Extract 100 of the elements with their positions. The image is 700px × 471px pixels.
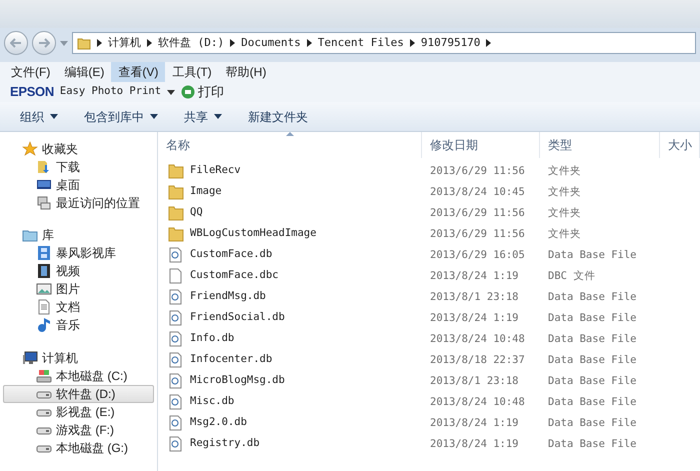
file-name[interactable]: Image [190, 184, 222, 200]
sidebar-item[interactable]: 本地磁盘 (G:) [3, 438, 154, 457]
modified-date: 2013/8/1 23:18 [430, 291, 519, 304]
film-strip-icon [36, 245, 52, 262]
dropdown-caret-icon[interactable] [167, 90, 176, 94]
file-type: Data Base File [548, 249, 637, 262]
file-type: Data Base File [548, 417, 637, 430]
sidebar-item[interactable]: 文档 [3, 298, 154, 316]
modified-date: 2013/8/24 10:48 [430, 396, 525, 408]
sidebar-item[interactable]: 软件盘 (D:) [3, 384, 154, 403]
sidebar-item[interactable]: 音乐 [3, 316, 154, 334]
toolbar-button[interactable]: 新建文件夹 [248, 108, 308, 126]
chevron-icon[interactable] [147, 39, 152, 47]
column-header[interactable]: 大小 [660, 132, 700, 158]
modified-date: 2013/6/29 11:56 [430, 165, 525, 178]
modified-date: 2013/8/24 1:19 [430, 438, 519, 450]
modified-date: 2013/6/29 11:56 [430, 228, 525, 240]
sidebar-item[interactable]: 最近访问的位置 [3, 194, 154, 212]
system-drive-icon [36, 368, 52, 384]
video-icon [36, 263, 52, 280]
file-name[interactable]: Msg2.0.db [190, 414, 247, 430]
sidebar-item[interactable]: 视频 [3, 262, 154, 280]
sidebar-item[interactable]: 桌面 [3, 176, 154, 194]
file-name[interactable]: MicroBlogMsg.db [190, 372, 285, 388]
app-name: Easy Photo Print [60, 84, 162, 100]
folder-icon [168, 162, 184, 178]
sidebar-group[interactable]: 库 [0, 226, 157, 244]
folder-icon [77, 36, 91, 50]
file-name[interactable]: WBLogCustomHeadImage [190, 226, 316, 242]
toolbar-button[interactable]: 共享 [184, 108, 222, 126]
chevron-icon[interactable] [410, 39, 415, 47]
sidebar-item[interactable]: 下载 [3, 158, 154, 176]
modified-date: 2013/8/24 1:19 [430, 417, 519, 430]
star-icon [22, 141, 38, 157]
modified-date: 2013/8/24 10:45 [430, 186, 525, 198]
chevron-icon[interactable] [486, 39, 492, 47]
breadcrumb-item[interactable]: Tencent Files [318, 34, 404, 52]
toolbar-button[interactable]: 组织 [20, 108, 58, 126]
file-name[interactable]: FriendMsg.db [190, 288, 266, 304]
caret-icon [150, 114, 158, 119]
file-type: 文件夹 [548, 228, 581, 240]
modified-date: 2013/8/1 23:18 [430, 375, 519, 388]
breadcrumb-item[interactable]: 计算机 [108, 34, 141, 52]
file-name[interactable]: Infocenter.db [190, 352, 272, 368]
menu-item[interactable]: 查看(V) [111, 62, 166, 82]
file-name[interactable]: QQ [190, 204, 203, 220]
menu-item[interactable]: 编辑(E) [57, 62, 112, 82]
column-header[interactable]: 修改日期 [422, 132, 540, 158]
file-icon [168, 268, 184, 284]
picture-icon [36, 281, 52, 298]
file-type: Data Base File [548, 375, 637, 388]
file-name[interactable]: Info.db [190, 330, 234, 346]
file-name[interactable]: CustomFace.dbc [190, 268, 279, 284]
database-file-icon [168, 246, 184, 262]
database-file-icon [168, 414, 184, 430]
sidebar-item[interactable]: 暴风影视库 [3, 244, 154, 262]
computer-icon [22, 350, 38, 366]
sidebar-item[interactable]: 影视盘 (E:) [3, 402, 154, 421]
caret-icon [50, 114, 58, 119]
sidebar-item[interactable]: 游戏盘 (F:) [3, 420, 154, 439]
download-folder-icon [36, 159, 52, 175]
toolbar-button[interactable]: 包含到库中 [84, 108, 158, 126]
printer-icon [181, 85, 196, 99]
print-button[interactable]: 打印 [181, 82, 224, 102]
menu-item[interactable]: 文件(F) [4, 62, 58, 82]
chevron-icon[interactable] [230, 39, 236, 47]
modified-date: 2013/8/18 22:37 [430, 354, 525, 366]
breadcrumb-item[interactable]: Documents [241, 34, 301, 52]
breadcrumb-item[interactable]: 910795170 [420, 34, 480, 52]
sidebar-group[interactable]: 计算机 [0, 348, 157, 367]
sidebar-item[interactable]: 本地磁盘 (C:) [3, 366, 154, 385]
file-name[interactable]: FriendSocial.db [190, 310, 285, 326]
breadcrumb-item[interactable]: 软件盘 (D:) [158, 34, 224, 52]
file-type: Data Base File [548, 291, 637, 304]
document-icon [36, 299, 52, 316]
sidebar-group[interactable]: 收藏夹 [0, 140, 157, 158]
folder-icon [168, 184, 184, 200]
file-type: 文件夹 [548, 207, 581, 220]
column-header[interactable]: 类型 [540, 132, 660, 158]
file-type: DBC 文件 [548, 270, 596, 282]
music-note-icon [36, 317, 52, 334]
chevron-icon[interactable] [97, 39, 102, 47]
back-arrow-icon [10, 38, 22, 48]
file-type: Data Base File [548, 312, 637, 324]
modified-date: 2013/8/24 1:19 [430, 270, 519, 282]
chevron-icon[interactable] [306, 39, 312, 47]
file-type: Data Base File [548, 354, 637, 366]
address-field[interactable]: 计算机 软件盘 (D:) Documents Tencent Files 910795170 [72, 32, 696, 54]
file-type: Data Base File [548, 333, 637, 346]
modified-date: 2013/8/24 10:48 [430, 333, 525, 346]
file-name[interactable]: Misc.db [190, 394, 234, 410]
file-name[interactable]: FileRecv [190, 162, 241, 178]
database-file-icon [168, 394, 184, 410]
menu-item[interactable]: 帮助(H) [218, 62, 274, 82]
menu-item[interactable]: 工具(T) [165, 62, 219, 82]
file-name[interactable]: CustomFace.db [190, 246, 272, 262]
folder-icon [168, 226, 184, 242]
sidebar-item[interactable]: 图片 [3, 280, 154, 298]
brand-logo: EPSON [10, 83, 54, 102]
file-name[interactable]: Registry.db [190, 436, 260, 452]
